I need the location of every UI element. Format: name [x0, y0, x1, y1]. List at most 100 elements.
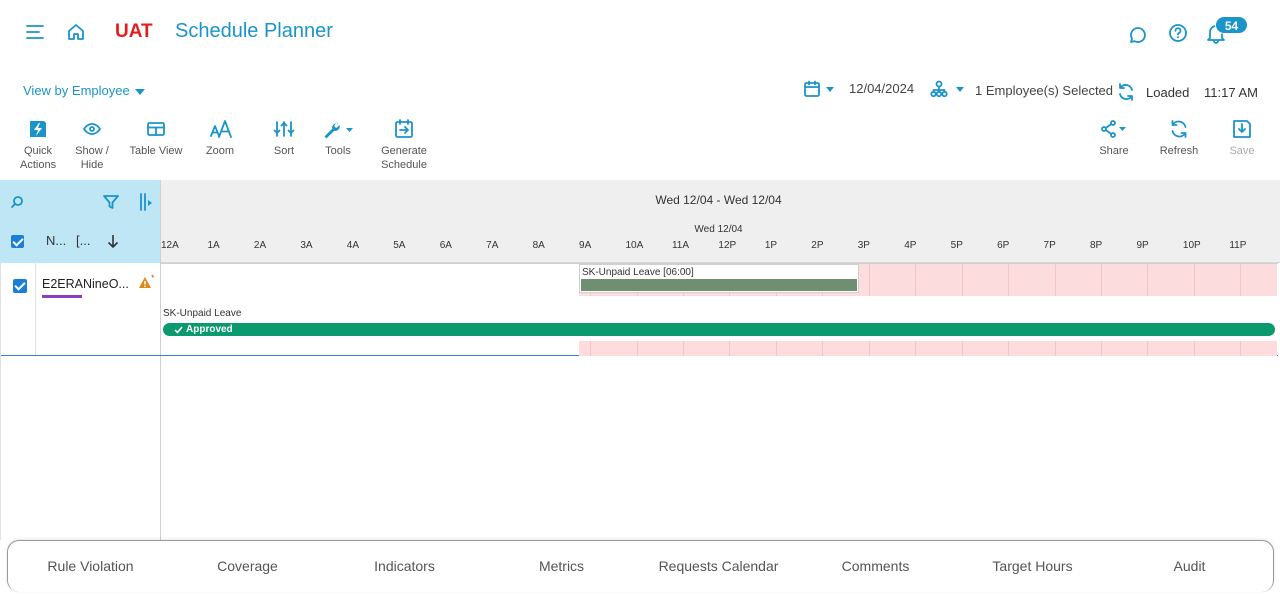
- calendar-icon: [804, 80, 820, 97]
- warning-asterisk: *: [151, 273, 155, 283]
- tab-coverage[interactable]: Coverage: [169, 558, 326, 574]
- request-label: SK-Unpaid Leave: [163, 308, 242, 319]
- table-view-button[interactable]: Table View: [128, 118, 184, 158]
- tab-comments[interactable]: Comments: [797, 558, 954, 574]
- show-hide-button[interactable]: Show / Hide: [72, 118, 112, 172]
- page-title: Schedule Planner: [175, 20, 333, 42]
- chevron-down-icon: [826, 87, 834, 92]
- sort-down-arrow-icon[interactable]: [106, 233, 120, 249]
- gridline: [915, 341, 916, 356]
- chat-icon[interactable]: [1128, 25, 1148, 45]
- hour-tick-4a: 4A: [346, 240, 360, 251]
- collapse-panel-icon[interactable]: [138, 192, 154, 212]
- tools-button[interactable]: Tools: [320, 118, 356, 158]
- show-hide-label-2: Hide: [80, 159, 104, 171]
- extra-column-header[interactable]: [...: [76, 233, 90, 248]
- tab-indicators[interactable]: Indicators: [326, 558, 483, 574]
- table-icon: [147, 122, 165, 136]
- employee-name[interactable]: E2ERANineO...: [42, 277, 129, 291]
- tab-target-hours[interactable]: Target Hours: [954, 558, 1111, 574]
- save-button[interactable]: Save: [1228, 118, 1256, 158]
- tab-metrics[interactable]: Metrics: [483, 558, 640, 574]
- filter-icon[interactable]: [102, 193, 120, 211]
- gridline: [962, 264, 963, 296]
- hour-tick-12p: 12P: [718, 240, 737, 251]
- employees-selected[interactable]: 1 Employee(s) Selected: [975, 83, 1113, 98]
- menu-icon[interactable]: [25, 22, 47, 42]
- hour-tick-8p: 8P: [1090, 240, 1103, 251]
- date-picker-button[interactable]: [803, 80, 837, 100]
- gridline: [1008, 341, 1009, 356]
- row-checkbox[interactable]: [13, 279, 27, 293]
- sort-icon: [273, 121, 295, 137]
- hierarchy-icon: [930, 80, 948, 98]
- generate-schedule-icon: [395, 119, 413, 138]
- view-by-label: View by Employee: [23, 83, 130, 98]
- selected-date: 12/04/2024: [849, 81, 915, 96]
- show-hide-label-1: Show /: [75, 145, 109, 157]
- zoom-label: Zoom: [205, 145, 235, 157]
- tab-audit[interactable]: Audit: [1111, 558, 1268, 574]
- current-time: 11:17 AM: [1204, 85, 1258, 100]
- bottom-tab-panel: Rule Violation Coverage Indicators Metrics R…: [7, 540, 1274, 592]
- refresh-button[interactable]: Refresh: [1158, 118, 1200, 158]
- shift-bar: [581, 279, 857, 291]
- gridline: [869, 264, 870, 296]
- quick-actions-label-2: Actions: [20, 159, 57, 171]
- timeline-body: SK-Unpaid Leave [06:00] SK-Unpaid Leave …: [161, 263, 1280, 540]
- hour-tick-8a: 8A: [532, 240, 545, 251]
- gridline: [1008, 264, 1009, 296]
- select-all-checkbox[interactable]: [11, 235, 24, 248]
- tab-requests-calendar[interactable]: Requests Calendar: [640, 558, 797, 574]
- gridline: [729, 341, 730, 356]
- tab-rule-violation[interactable]: Rule Violation: [12, 558, 169, 574]
- share-button[interactable]: Share: [1097, 118, 1131, 158]
- approved-request-bar[interactable]: Approved: [163, 323, 1275, 336]
- hour-tick-3a: 3A: [300, 240, 313, 251]
- hour-tick-12a: 12A: [161, 240, 179, 251]
- generate-schedule-label-2: Schedule: [381, 159, 427, 171]
- chevron-down-icon: [956, 87, 964, 92]
- environment-label: UAT: [115, 21, 153, 42]
- gridline: [637, 341, 638, 356]
- search-icon[interactable]: [10, 195, 24, 209]
- org-hierarchy-button[interactable]: [930, 80, 966, 100]
- share-label: Share: [1099, 145, 1129, 157]
- view-by-dropdown[interactable]: View by Employee: [23, 83, 145, 98]
- notification-badge[interactable]: 54: [1215, 16, 1248, 34]
- hour-tick-10a: 10A: [625, 240, 644, 251]
- gridline: [1240, 264, 1241, 296]
- shift-block[interactable]: SK-Unpaid Leave [06:00]: [579, 264, 859, 293]
- help-icon[interactable]: [1168, 23, 1188, 43]
- quick-actions-label-1: Quick: [23, 145, 53, 157]
- name-column-header[interactable]: N...: [46, 233, 66, 248]
- tools-label: Tools: [325, 145, 351, 157]
- eye-icon: [83, 123, 101, 135]
- timeline-row: SK-Unpaid Leave [06:00] SK-Unpaid Leave …: [161, 263, 1278, 356]
- shift-label: SK-Unpaid Leave [06:00]: [582, 267, 694, 278]
- warning-icon[interactable]: [138, 276, 152, 289]
- hour-tick-5p: 5P: [950, 240, 963, 251]
- gridline: [1055, 264, 1056, 296]
- app-header: UAT Schedule Planner 54: [0, 0, 1280, 64]
- quick-actions-button[interactable]: Quick Actions: [20, 118, 56, 172]
- table-view-label: Table View: [129, 145, 183, 157]
- gridline: [1240, 341, 1241, 356]
- employee-row[interactable]: E2ERANineO... *: [1, 263, 161, 356]
- generate-schedule-label-1: Generate: [381, 145, 427, 157]
- hour-tick-2a: 2A: [253, 240, 267, 251]
- hour-tick-5a: 5A: [393, 240, 406, 251]
- load-status: Loaded: [1146, 85, 1190, 100]
- sort-button[interactable]: Sort: [268, 118, 300, 158]
- zoom-button[interactable]: Zoom: [202, 118, 238, 158]
- day-label: Wed 12/04: [694, 224, 743, 235]
- hour-tick-11a: 11A: [671, 240, 689, 251]
- employee-column-header: N... [...: [0, 180, 161, 263]
- employee-list: E2ERANineO... *: [0, 263, 161, 540]
- gridline: [915, 264, 916, 296]
- home-icon[interactable]: [66, 22, 86, 42]
- generate-schedule-button[interactable]: Generate Schedule: [378, 118, 430, 172]
- gridline: [683, 341, 684, 356]
- hour-tick-9a: 9A: [579, 240, 592, 251]
- save-icon: [1233, 120, 1251, 138]
